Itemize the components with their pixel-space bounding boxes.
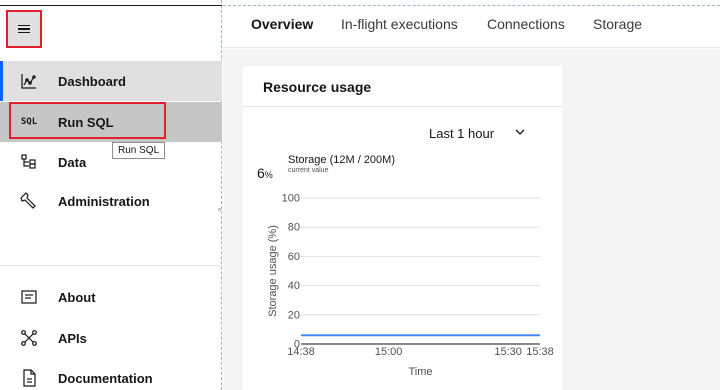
storage-usage-chart: 02040608010014:38 15:00 15:30 15:38TimeStor…: [267, 193, 554, 379]
card-title: Resource usage: [263, 79, 372, 95]
sidebar-item-about[interactable]: About: [0, 277, 222, 317]
sidebar-item-label: Data: [58, 154, 87, 170]
x-tick-label: 15:38: [526, 346, 554, 358]
sidebar-item-label: APIs: [58, 330, 87, 346]
sidebar-item-apis[interactable]: APIs: [0, 318, 222, 358]
info-card-icon: [20, 288, 38, 306]
x-tick-label: 15:00: [375, 346, 403, 358]
sidebar-item-label: Run SQL: [58, 114, 114, 130]
current-value-unit: %: [264, 170, 273, 180]
tab-overview[interactable]: Overview: [251, 16, 313, 32]
x-tick-label: 14:38: [287, 346, 315, 358]
sidebar-item-data[interactable]: Data: [0, 142, 222, 182]
chevron-down-icon[interactable]: [512, 124, 528, 140]
metric-title: Storage (12M / 200M): [288, 154, 395, 166]
resource-usage-card: Resource usage Last 1 hour 6% Storage (1…: [243, 66, 562, 390]
chart-line-icon: [20, 72, 38, 90]
x-tick-label: 15:30: [494, 346, 522, 358]
api-network-icon: [20, 329, 38, 347]
tab-bar: Overview In-flight executions Connection…: [223, 0, 720, 48]
main-content: Resource usage Last 1 hour 6% Storage (1…: [223, 49, 720, 390]
sidebar-item-label: Dashboard: [58, 73, 126, 89]
sidebar-item-label: Administration: [58, 193, 150, 209]
tooltip: Run SQL: [112, 142, 166, 159]
sidebar-item-dashboard[interactable]: Dashboard: [0, 61, 222, 101]
y-tick-label: 60: [288, 251, 300, 263]
sidebar-item-administration[interactable]: Administration: [0, 181, 222, 221]
sidebar-item-documentation[interactable]: Documentation: [0, 358, 222, 390]
metric-subtitle: current value: [288, 167, 329, 174]
wrench-icon: [20, 192, 38, 210]
y-tick-label: 40: [288, 280, 300, 292]
side-nav: Dashboard SQL Run SQL Data Run SQL Admin…: [0, 0, 222, 390]
divider: [243, 106, 562, 107]
data-structure-icon: [20, 153, 38, 171]
menu-icon[interactable]: [6, 10, 42, 48]
divider: [0, 265, 222, 266]
current-value-number: 6: [257, 165, 265, 181]
tab-storage[interactable]: Storage: [593, 16, 642, 32]
x-axis-label: Time: [408, 366, 432, 378]
sidebar-item-label: About: [58, 289, 96, 305]
y-tick-label: 80: [288, 222, 300, 234]
sql-icon: SQL: [20, 117, 38, 127]
sidebar-item-label: Documentation: [58, 370, 153, 386]
y-axis-label: Storage usage (%): [267, 225, 279, 317]
resize-handle[interactable]: [218, 208, 221, 211]
tab-connections[interactable]: Connections: [487, 16, 565, 32]
y-tick-label: 100: [282, 193, 300, 205]
sidebar-item-run-sql[interactable]: SQL Run SQL: [0, 102, 222, 142]
tab-in-flight-executions[interactable]: In-flight executions: [341, 16, 458, 32]
time-range-select[interactable]: Last 1 hour: [429, 126, 494, 141]
document-icon: [20, 369, 38, 387]
y-tick-label: 20: [288, 309, 300, 321]
